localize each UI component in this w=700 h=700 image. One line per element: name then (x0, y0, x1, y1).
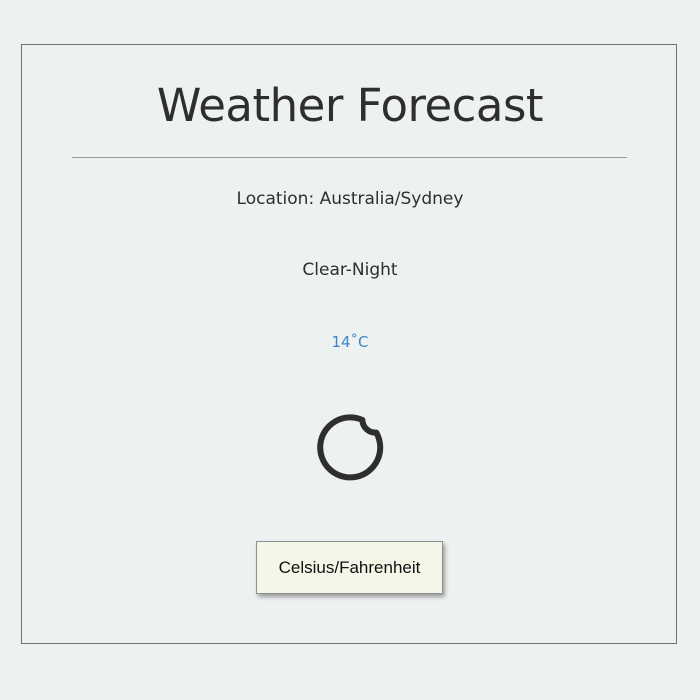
location-text: Location: Australia/Sydney (236, 189, 464, 209)
moon-icon (314, 410, 386, 482)
title-divider (72, 157, 627, 158)
unit-toggle-button[interactable]: Celsius/Fahrenheit (256, 541, 443, 594)
page-title: Weather Forecast (156, 79, 544, 132)
temperature-text: 14˚C (331, 333, 369, 351)
condition-text: Clear-Night (302, 260, 398, 280)
